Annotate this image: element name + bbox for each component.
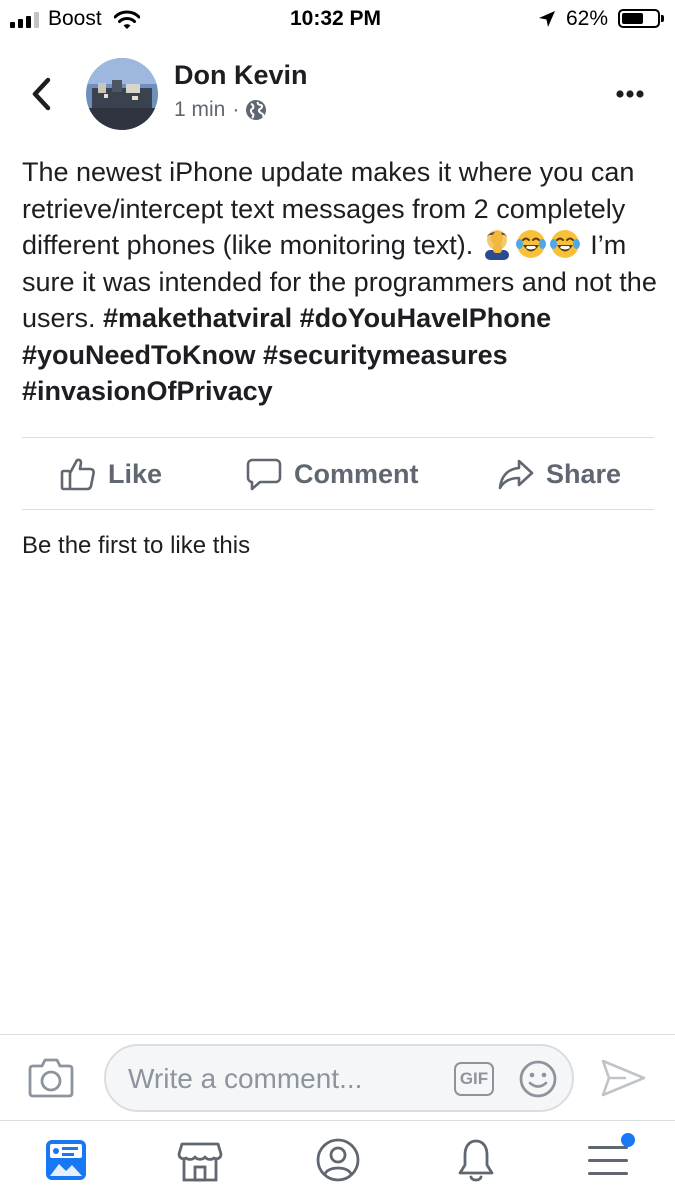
camera-button[interactable] <box>28 1056 74 1098</box>
clock: 10:32 PM <box>290 7 382 30</box>
comment-box[interactable]: GIF <box>104 1044 574 1112</box>
comment-button[interactable]: Comment <box>246 444 419 504</box>
battery-level <box>622 13 643 24</box>
more-options-button[interactable] <box>610 82 650 106</box>
hashtag-link[interactable]: #securitymeasures <box>263 340 508 370</box>
thumbs-up-icon <box>60 458 95 491</box>
send-button[interactable] <box>600 1058 646 1098</box>
share-arrow-icon <box>498 459 534 490</box>
hashtag-link[interactable]: #invasionOfPrivacy <box>22 376 273 406</box>
carrier-name: Boost <box>48 7 102 30</box>
tab-notifications[interactable] <box>452 1136 500 1184</box>
tears-of-joy-emoji <box>515 230 546 258</box>
globe-icon <box>246 100 267 120</box>
send-icon <box>601 1059 646 1097</box>
tab-bar-divider <box>0 1120 675 1121</box>
man-facepalming-emoji <box>484 230 509 260</box>
camera-icon <box>28 1058 74 1098</box>
comment-icon <box>246 458 282 491</box>
post-time[interactable]: 1 min <box>174 98 225 122</box>
menu-notification-badge <box>621 1133 635 1147</box>
ellipsis-icon <box>616 90 644 98</box>
avatar[interactable] <box>86 58 158 130</box>
marketplace-icon <box>177 1142 223 1182</box>
comment-label: Comment <box>294 458 419 489</box>
status-bar: Boost 10:32 PM 62% <box>0 0 675 38</box>
battery-tip <box>661 15 664 22</box>
chevron-left-icon <box>32 77 51 111</box>
sticker-button[interactable] <box>518 1059 558 1099</box>
tab-profile[interactable] <box>314 1136 362 1184</box>
location-arrow-icon <box>539 11 555 27</box>
post-meta: 1 min · <box>174 96 267 124</box>
profile-icon <box>316 1138 360 1182</box>
like-button[interactable]: Like <box>60 444 162 504</box>
like-label: Like <box>108 458 163 489</box>
wifi-icon <box>114 10 140 29</box>
share-button[interactable]: Share <box>498 444 621 504</box>
author-name[interactable]: Don Kevin <box>174 60 308 91</box>
reactions-summary: Be the first to like this <box>22 532 251 559</box>
avatar-photo <box>86 58 158 130</box>
news-feed-icon <box>46 1140 86 1180</box>
divider <box>22 509 654 510</box>
hashtag-link[interactable]: #youNeedToKnow <box>22 340 256 370</box>
notifications-icon <box>458 1139 494 1182</box>
gif-button[interactable]: GIF <box>454 1062 494 1096</box>
signal-icon <box>10 12 39 28</box>
battery-percent: 62% <box>566 7 609 30</box>
comment-input[interactable] <box>128 1062 428 1096</box>
composer-divider <box>0 1034 675 1035</box>
meta-separator: · <box>232 98 240 121</box>
battery-icon <box>618 9 660 28</box>
tab-marketplace[interactable] <box>176 1136 224 1184</box>
post-body: The newest iPhone update makes it where … <box>22 154 662 410</box>
smiley-icon <box>519 1060 557 1098</box>
divider <box>22 437 654 438</box>
share-label: Share <box>546 458 622 489</box>
tab-news-feed[interactable] <box>42 1136 90 1184</box>
tears-of-joy-emoji <box>549 230 580 258</box>
hashtag-link[interactable]: #doYouHaveIPhone <box>300 303 552 333</box>
hashtag-link[interactable]: #makethatviral <box>103 303 292 333</box>
back-button[interactable] <box>22 72 62 116</box>
